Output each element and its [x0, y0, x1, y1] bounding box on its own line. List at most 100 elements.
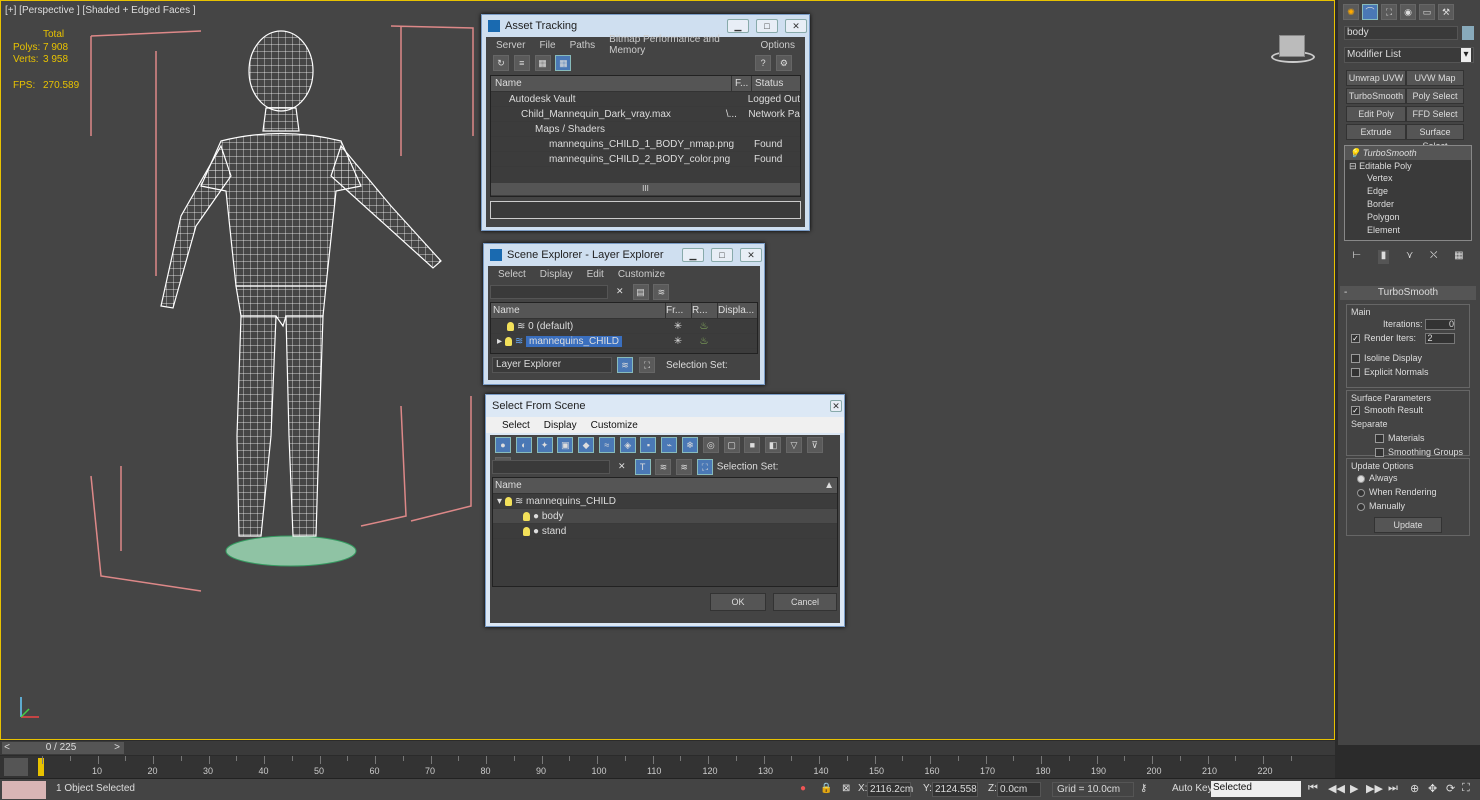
lock-selection-icon[interactable]: 🔒	[820, 783, 832, 794]
smoothing-groups-checkbox[interactable]	[1375, 448, 1384, 458]
explicit-normals-checkbox[interactable]	[1351, 368, 1360, 378]
show-end-result-icon[interactable]: ▮	[1377, 250, 1390, 264]
clear-icon[interactable]: ✕	[612, 284, 628, 300]
layers-icon[interactable]: ≋	[653, 284, 670, 300]
close-button[interactable]: ✕	[785, 19, 807, 33]
isoline-checkbox[interactable]	[1351, 354, 1360, 364]
select-all-icon[interactable]: ▢	[723, 437, 740, 453]
menu-server[interactable]: Server	[496, 40, 525, 51]
select-from-scene-window[interactable]: Select From Scene ✕ Select Display Custo…	[485, 394, 845, 627]
hierarchy-tab-icon[interactable]: ⛶	[1381, 4, 1397, 20]
col-display[interactable]: Displa...	[717, 303, 757, 318]
pin-stack-icon[interactable]: ⊢	[1352, 250, 1361, 264]
warp-filter-icon[interactable]: ≈	[598, 437, 615, 453]
filter-settings-icon[interactable]: ⊽	[806, 437, 823, 453]
turbosmooth-button[interactable]: TurboSmooth	[1346, 88, 1406, 104]
asset-tracking-window[interactable]: Asset Tracking ▁ □ ✕ Server File Paths B…	[481, 14, 810, 231]
stack-subobject[interactable]: Polygon	[1345, 211, 1471, 224]
lightbulb-icon[interactable]	[504, 496, 512, 506]
zoom-icon[interactable]: ⊕	[1410, 782, 1419, 795]
light-filter-icon[interactable]: ✦	[536, 437, 553, 453]
table-row[interactable]: mannequins_CHILD_1_BODY_nmap.png Found	[491, 137, 800, 152]
when-rendering-radio[interactable]	[1357, 488, 1365, 497]
update-button[interactable]: Update	[1374, 517, 1442, 533]
sort-arrow-icon[interactable]: ▲	[824, 478, 837, 493]
maximize-button[interactable]: □	[711, 248, 733, 262]
iterations-spinner[interactable]: 0	[1425, 319, 1455, 331]
lightbulb-icon[interactable]	[507, 321, 514, 331]
hierarchy-icon[interactable]: ⛶	[639, 357, 655, 373]
key-filter-dropdown[interactable]: Selected	[1211, 781, 1301, 797]
render-iters-checkbox[interactable]: ✓	[1351, 334, 1360, 344]
stack-item[interactable]: ⊟ Editable Poly	[1345, 160, 1471, 172]
pan-icon[interactable]: ✥	[1428, 782, 1437, 795]
y-coordinate-field[interactable]: 2124.558c	[932, 782, 978, 797]
stack-subobject[interactable]: Element	[1345, 224, 1471, 237]
turbosmooth-rollout-title[interactable]: - TurboSmooth	[1340, 286, 1476, 300]
next-frame-button[interactable]: >	[110, 742, 124, 754]
table-row[interactable]: Maps / Shaders	[491, 122, 800, 137]
menu-file[interactable]: File	[539, 40, 555, 51]
menu-select[interactable]: Select	[498, 269, 526, 280]
stack-subobject[interactable]: Edge	[1345, 185, 1471, 198]
menu-display[interactable]: Display	[544, 420, 577, 431]
col-freeze[interactable]: Fr...	[665, 303, 691, 318]
edit-poly-button[interactable]: Edit Poly	[1346, 106, 1406, 122]
search-input[interactable]	[492, 460, 610, 474]
uvw-map-button[interactable]: UVW Map	[1406, 70, 1464, 86]
ok-button[interactable]: OK	[710, 593, 766, 611]
viewcube-icon[interactable]	[1263, 29, 1321, 67]
settings-icon[interactable]: ⚙	[775, 55, 792, 71]
group-filter-icon[interactable]: ◈	[619, 437, 636, 453]
search-input[interactable]	[490, 285, 608, 299]
select-from-scene-titlebar[interactable]: Select From Scene ✕	[486, 395, 844, 417]
orbit-icon[interactable]: ⟳	[1446, 782, 1455, 795]
configure-sets-icon[interactable]: ▦	[1454, 250, 1463, 264]
list-item[interactable]: ▸ ≋ mannequins_CHILD ✳ ♨	[491, 334, 757, 349]
goto-end-icon[interactable]: ⏭	[1388, 782, 1398, 795]
filter-icon[interactable]: ▽	[785, 437, 802, 453]
sort-layers-icon[interactable]: ≋	[676, 459, 693, 475]
table-row[interactable]: Child_Mannequin_Dark_vray.max \... Network…	[491, 107, 800, 122]
smooth-result-checkbox[interactable]: ✓	[1351, 406, 1360, 416]
object-color-swatch[interactable]	[1462, 26, 1474, 40]
camera-filter-icon[interactable]: ▣	[557, 437, 574, 453]
thumbnail-icon[interactable]: ▦	[534, 55, 551, 71]
next-key-icon[interactable]: ▶▶	[1366, 782, 1383, 795]
collapse-icon[interactable]: ▾	[497, 496, 505, 507]
list-item[interactable]: ● body	[493, 509, 837, 524]
list-item[interactable]: ● stand	[493, 524, 837, 539]
invert-selection-icon[interactable]: ◧	[765, 437, 782, 453]
prev-key-icon[interactable]: ◀◀	[1328, 782, 1345, 795]
make-unique-icon[interactable]: ⋎	[1406, 250, 1413, 264]
cancel-button[interactable]: Cancel	[773, 593, 837, 611]
x-coordinate-field[interactable]: 2116.2cm	[867, 782, 913, 797]
helper-filter-icon[interactable]: ◆	[578, 437, 595, 453]
time-slider[interactable]: < 0 / 225 >	[0, 741, 1335, 755]
display-tab-icon[interactable]: ▭	[1419, 4, 1435, 20]
unwrap-uvw-button[interactable]: Unwrap UVW	[1346, 70, 1406, 86]
list-icon[interactable]: ≡	[513, 55, 530, 71]
key-icon[interactable]: ⚷	[1140, 783, 1147, 794]
modifier-list-dropdown[interactable]: Modifier List ▾	[1344, 47, 1474, 63]
materials-checkbox[interactable]	[1375, 434, 1384, 444]
menu-select[interactable]: Select	[502, 420, 530, 431]
table-row[interactable]: Autodesk Vault Logged Out	[491, 92, 800, 107]
col-name[interactable]: Name	[495, 478, 522, 493]
scene-explorer-titlebar[interactable]: Scene Explorer - Layer Explorer ▁ □ ✕	[484, 244, 764, 266]
refresh-icon[interactable]: ↻	[493, 55, 509, 71]
teapot-icon[interactable]: ♨	[691, 319, 717, 333]
pin-icon[interactable]: ●	[800, 783, 806, 794]
track-bar[interactable]: 10 20 30 40 50 60 70 80 90 100 110 120 130 140 150 160 1…	[0, 756, 1335, 778]
find-icon[interactable]: ▤	[632, 284, 649, 300]
viewport-label[interactable]: [+] [Perspective ] [Shaded + Edged Faces…	[5, 5, 196, 16]
menu-customize[interactable]: Customize	[618, 269, 665, 280]
shape-filter-icon[interactable]: ◐	[515, 437, 532, 453]
prev-frame-button[interactable]: <	[2, 742, 12, 754]
mannequin-wireframe[interactable]	[61, 16, 481, 616]
goto-start-icon[interactable]: ⏮	[1308, 782, 1318, 795]
collapse-icon[interactable]: ⊟	[1349, 161, 1357, 171]
modify-tab-icon[interactable]: ⌒	[1362, 4, 1378, 20]
horizontal-scrollbar[interactable]: III	[491, 183, 800, 195]
layers-icon[interactable]: ≋	[655, 459, 672, 475]
